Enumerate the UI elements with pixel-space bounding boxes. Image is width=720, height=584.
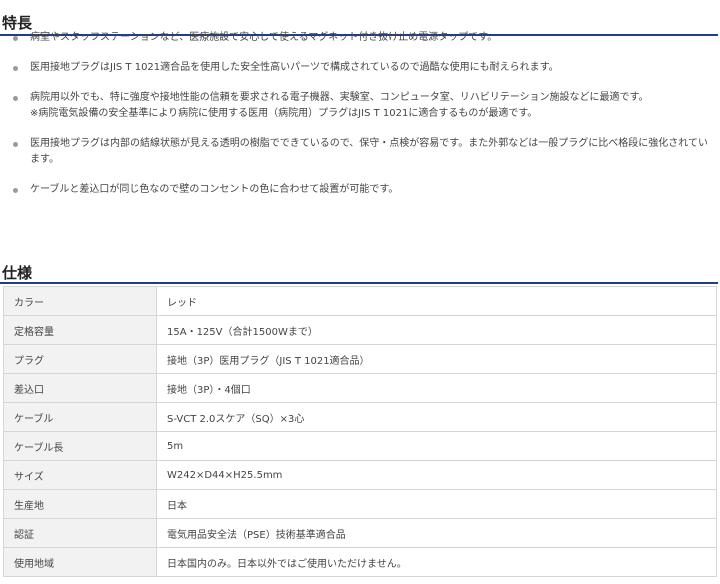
table-row: サイズ W242×D44×H25.5mm <box>3 460 717 490</box>
spec-value: 5m <box>156 431 717 461</box>
table-row: 生産地 日本 <box>3 489 717 519</box>
spec-value: 接地（3P）・4個口 <box>156 373 717 403</box>
spec-label: サイズ <box>3 460 157 490</box>
table-row: 差込口 接地（3P）・4個口 <box>3 373 717 403</box>
spec-value: 日本国内のみ。日本以外ではご使用いただけません。 <box>156 547 717 577</box>
feature-item: 病院用以外でも、特に強度や接地性能の信頼を要求される電子機器、実験室、コンピュー… <box>0 90 716 122</box>
feature-item: ケーブルと差込口が同じ色なので壁のコンセントの色に合わせて設置が可能です。 <box>0 182 716 198</box>
table-row: カラー レッド <box>3 286 717 316</box>
feature-item: 医用接地プラグは内部の結線状態が見える透明の樹脂でできているので、保守・点検が容… <box>0 136 716 168</box>
bullet-dot-icon <box>13 66 18 71</box>
spec-label: プラグ <box>3 344 157 374</box>
bullet-dot-icon <box>13 36 18 41</box>
spec-label: ケーブル <box>3 402 157 432</box>
spec-value: 電気用品安全法（PSE）技術基準適合品 <box>156 518 717 548</box>
spec-label: 差込口 <box>3 373 157 403</box>
spec-label: 認証 <box>3 518 157 548</box>
feature-text: 病室やスタッフステーションなど、医療施設で安心して使えるマグネット付き抜け止め電… <box>30 32 498 43</box>
table-row: プラグ 接地（3P）医用プラグ（JIS T 1021適合品） <box>3 344 717 374</box>
bullet-dot-icon <box>13 142 18 147</box>
spec-label: ケーブル長 <box>3 431 157 461</box>
feature-text: 医用接地プラグは内部の結線状態が見える透明の樹脂でできているので、保守・点検が容… <box>30 138 708 165</box>
specs-table: カラー レッド 定格容量 15A・125V（合計1500Wまで） プラグ 接地（… <box>3 286 717 577</box>
table-row: ケーブル長 5m <box>3 431 717 461</box>
feature-text: 病院用以外でも、特に強度や接地性能の信頼を要求される電子機器、実験室、コンピュー… <box>30 92 649 103</box>
table-row: 定格容量 15A・125V（合計1500Wまで） <box>3 315 717 345</box>
feature-note: ※病院電気設備の安全基準により病院に使用する医用（病院用）プラグはJIS T 1… <box>30 108 538 119</box>
spec-value: レッド <box>156 286 717 316</box>
spec-label: 定格容量 <box>3 315 157 345</box>
feature-text: ケーブルと差込口が同じ色なので壁のコンセントの色に合わせて設置が可能です。 <box>30 184 399 195</box>
spec-value: 接地（3P）医用プラグ（JIS T 1021適合品） <box>156 344 717 374</box>
spec-value: W242×D44×H25.5mm <box>156 460 717 490</box>
spec-label: 使用地域 <box>3 547 157 577</box>
spec-label: 生産地 <box>3 489 157 519</box>
bullet-dot-icon <box>13 96 18 101</box>
table-row: 使用地域 日本国内のみ。日本以外ではご使用いただけません。 <box>3 547 717 577</box>
bullet-dot-icon <box>13 188 18 193</box>
feature-item: 医用接地プラグはJIS T 1021適合品を使用した安全性高いパーツで構成されて… <box>0 60 716 76</box>
features-list: 病室やスタッフステーションなど、医療施設で安心して使えるマグネット付き抜け止め電… <box>0 30 716 198</box>
table-row: 認証 電気用品安全法（PSE）技術基準適合品 <box>3 518 717 548</box>
feature-text: 医用接地プラグはJIS T 1021適合品を使用した安全性高いパーツで構成されて… <box>30 62 559 73</box>
spec-label: カラー <box>3 286 157 316</box>
spec-value: 15A・125V（合計1500Wまで） <box>156 315 717 345</box>
table-row: ケーブル S-VCT 2.0スケア（SQ）×3心 <box>3 402 717 432</box>
spec-value: 日本 <box>156 489 717 519</box>
spec-value: S-VCT 2.0スケア（SQ）×3心 <box>156 402 717 432</box>
specs-heading: 仕様 <box>0 264 718 285</box>
feature-item: 病室やスタッフステーションなど、医療施設で安心して使えるマグネット付き抜け止め電… <box>0 30 716 46</box>
